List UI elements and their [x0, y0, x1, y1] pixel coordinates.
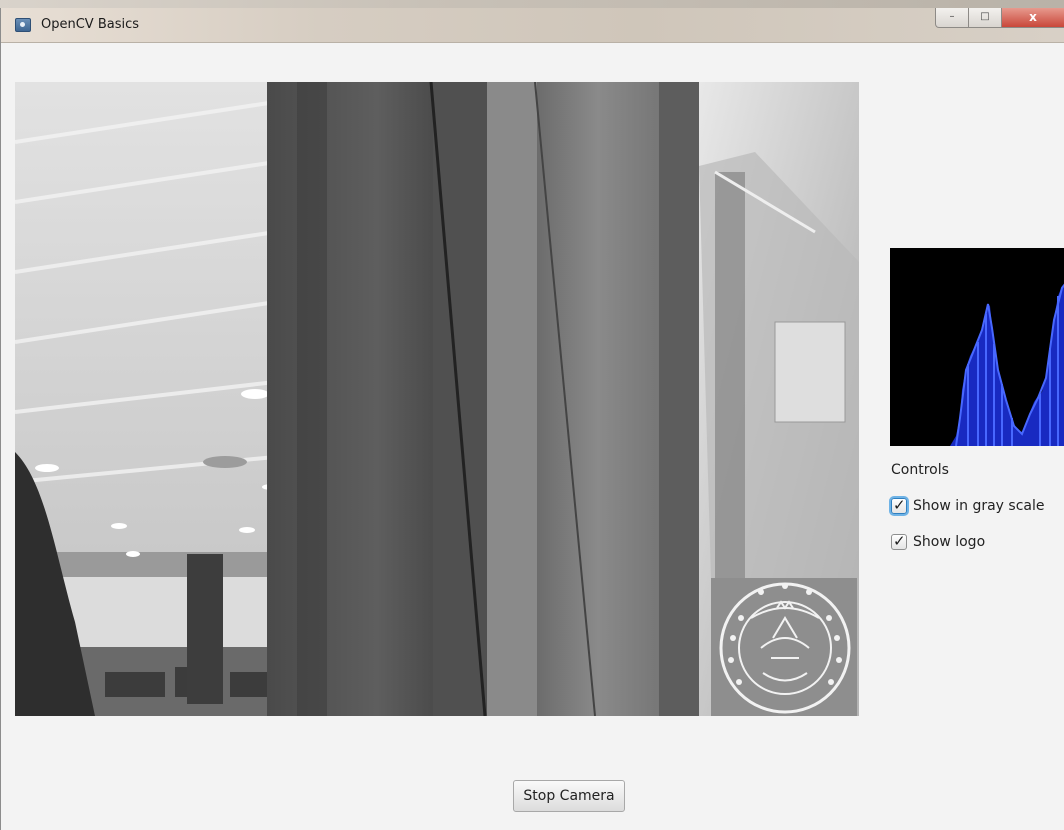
- app-window: OpenCV Basics – □ x Controls ✓ Show in g…: [0, 8, 1064, 830]
- minimize-button[interactable]: –: [935, 8, 969, 28]
- histogram-chart: [890, 283, 1064, 447]
- window-title: OpenCV Basics: [41, 17, 140, 32]
- show-logo-checkbox-row[interactable]: ✓ Show logo: [891, 531, 985, 553]
- logo-overlay-image: [711, 578, 857, 716]
- gray-scale-label: Show in gray scale: [913, 498, 1045, 514]
- gray-scale-checkbox-row[interactable]: ✓ Show in gray scale: [891, 495, 1044, 517]
- title-bar[interactable]: OpenCV Basics: [1, 8, 1064, 43]
- show-logo-label: Show logo: [913, 534, 986, 550]
- desktop-background: [0, 0, 1064, 8]
- controls-heading: Controls: [891, 462, 949, 478]
- checkmark-icon: ✓: [893, 532, 906, 550]
- stop-camera-button[interactable]: Stop Camera: [513, 780, 625, 812]
- gray-scale-checkbox[interactable]: ✓: [891, 496, 907, 514]
- close-button[interactable]: x: [1001, 8, 1064, 28]
- checkmark-icon: ✓: [893, 496, 906, 514]
- histogram-panel: [890, 248, 1064, 447]
- maximize-icon: □: [980, 11, 990, 22]
- show-logo-checkbox[interactable]: ✓: [891, 532, 907, 550]
- maximize-button[interactable]: □: [968, 8, 1002, 28]
- close-icon: x: [1029, 10, 1037, 24]
- camera-view: [15, 82, 859, 716]
- minimize-icon: –: [949, 11, 955, 22]
- app-icon: [15, 18, 31, 32]
